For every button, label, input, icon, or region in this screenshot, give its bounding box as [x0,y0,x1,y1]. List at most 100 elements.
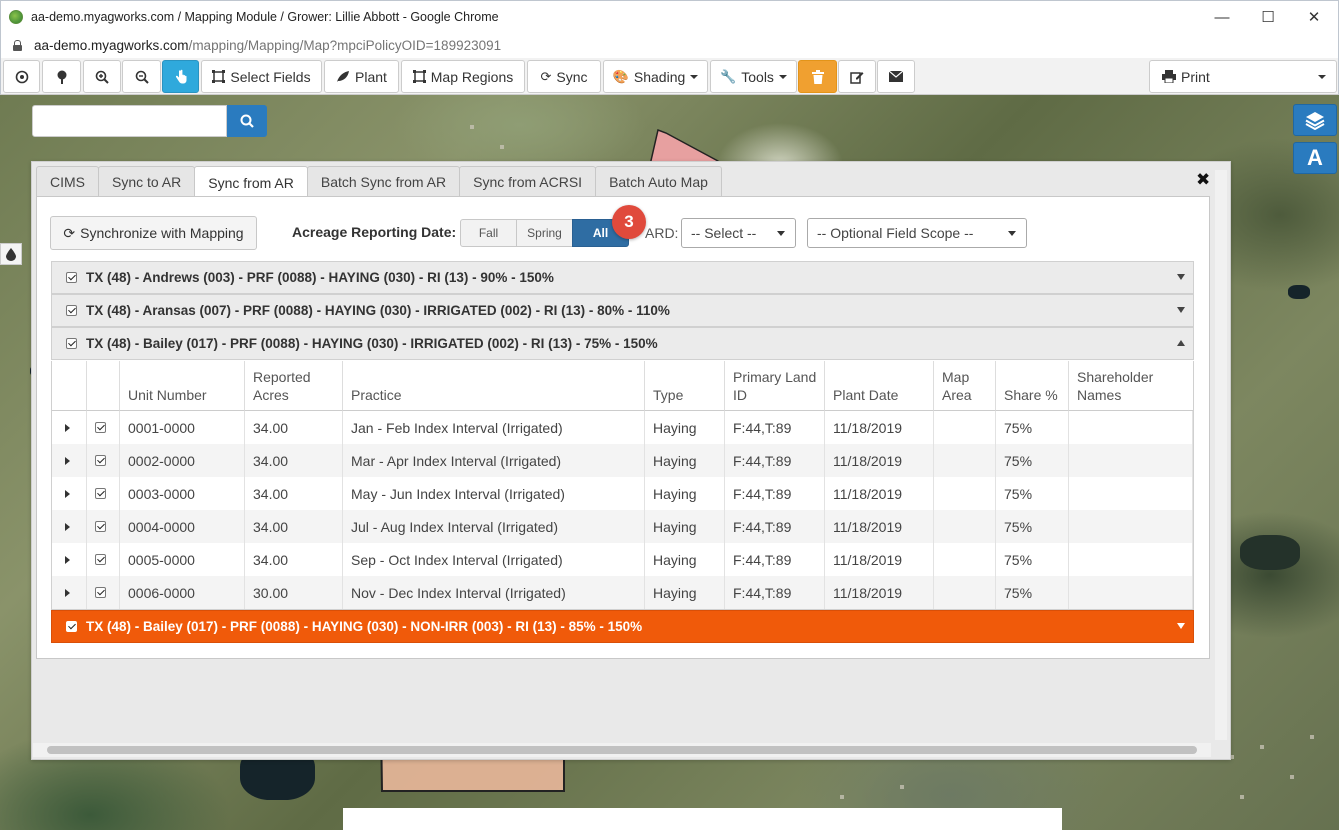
expand-row-button[interactable] [52,411,87,444]
practice-cell: Nov - Dec Index Interval (Irrigated) [343,576,645,609]
vertical-scrollbar[interactable] [1215,170,1227,740]
plant-date-cell: 11/18/2019 [825,411,934,444]
row-checkbox[interactable] [95,521,106,532]
segment-spring[interactable]: Spring [516,219,573,247]
ard-select[interactable]: -- Select -- [681,218,796,248]
table-row[interactable]: 0002-0000 34.00 Mar - Apr Index Interval (… [52,444,1193,477]
table-row[interactable]: 0001-0000 34.00 Jan - Feb Index Interval (… [52,411,1193,444]
tab-cims[interactable]: CIMS [36,166,99,197]
caret-down-icon [1177,307,1185,313]
labels-button[interactable]: A [1293,142,1337,174]
reported-acres-cell: 34.00 [245,477,343,510]
map-area-cell [934,576,996,609]
policy-checkbox[interactable] [66,272,77,283]
primary-land-id-cell: F:44,T:89 [725,543,825,576]
share-cell: 75% [996,510,1069,543]
column-header[interactable]: Plant Date [825,361,934,411]
close-panel-icon[interactable]: ✖ [1196,170,1210,190]
tree-button[interactable] [42,60,81,93]
tab-sync-from-acrsi[interactable]: Sync from ACRSI [459,166,597,197]
tab-sync-from-ar[interactable]: Sync from AR [194,166,308,198]
row-select-cell [87,411,120,444]
select-fields-button[interactable]: Select Fields [201,60,322,93]
minimize-button[interactable]: — [1199,1,1245,33]
expand-row-button[interactable] [52,477,87,510]
row-checkbox[interactable] [95,554,106,565]
row-checkbox[interactable] [95,422,106,433]
zoom-out-icon [135,70,149,84]
tools-dropdown[interactable]: 🔧 Tools [710,60,797,93]
map-regions-button[interactable]: Map Regions [401,60,525,93]
practice-cell: Mar - Apr Index Interval (Irrigated) [343,444,645,477]
shading-dropdown[interactable]: 🎨 Shading [603,60,708,93]
column-header[interactable]: Primary Land ID [725,361,825,411]
close-window-button[interactable]: ✕ [1291,1,1337,33]
tab-sync-to-ar[interactable]: Sync to AR [98,166,196,197]
field-scope-select[interactable]: -- Optional Field Scope -- [807,218,1027,248]
map-search-input[interactable] [32,105,227,137]
search-icon [240,114,254,128]
column-header[interactable]: Type [645,361,725,411]
row-checkbox[interactable] [95,488,106,499]
select-fields-label: Select Fields [230,68,311,85]
scrollbar-thumb[interactable] [47,746,1197,754]
locate-button[interactable] [3,60,40,93]
row-checkbox[interactable] [95,587,106,598]
search-button[interactable] [227,105,267,137]
print-dropdown[interactable]: Print [1149,60,1337,93]
field-scope-value: -- Optional Field Scope -- [817,225,974,241]
pan-tool-button[interactable] [162,60,199,93]
unit-number-cell: 0003-0000 [120,477,245,510]
expand-row-button[interactable] [52,576,87,609]
sync-button[interactable]: ⟳ Sync [527,60,601,93]
policy-header[interactable]: TX (48) - Bailey (017) - PRF (0088) - HA… [51,327,1194,360]
row-checkbox[interactable] [95,455,106,466]
table-row[interactable]: 0006-0000 30.00 Nov - Dec Index Interval (… [52,576,1193,609]
email-button[interactable] [877,60,915,93]
map-toolbar: Select Fields Plant Map Regions ⟳ Sync 🎨… [0,58,1339,95]
policy-header[interactable]: TX (48) - Andrews (003) - PRF (0088) - H… [51,261,1194,294]
sync-label: Sync [556,68,588,85]
plant-button[interactable]: Plant [324,60,399,93]
url-text[interactable]: aa-demo.myagworks.com/mapping/Mapping/Ma… [34,38,501,53]
tab-batch-auto-map[interactable]: Batch Auto Map [595,166,722,197]
column-header[interactable]: Practice [343,361,645,411]
row-select-cell [87,444,120,477]
edit-icon [850,71,864,84]
policy-checkbox[interactable] [66,305,77,316]
expand-row-button[interactable] [52,444,87,477]
column-header[interactable]: Unit Number [120,361,245,411]
plant-date-cell: 11/18/2019 [825,477,934,510]
column-header[interactable]: Reported Acres [245,361,343,411]
tab-batch-sync-from-ar[interactable]: Batch Sync from AR [306,166,461,197]
segment-fall[interactable]: Fall [460,219,517,247]
table-row[interactable]: 0004-0000 34.00 Jul - Aug Index Interval (… [52,510,1193,543]
share-cell: 75% [996,411,1069,444]
policy-header[interactable]: TX (48) - Aransas (007) - PRF (0088) - H… [51,294,1194,327]
type-cell: Haying [645,444,725,477]
maximize-button[interactable]: ☐ [1245,1,1291,33]
column-header[interactable]: Map Area [934,361,996,411]
synchronize-button[interactable]: ⟳ Synchronize with Mapping [50,216,257,250]
water-drop-button[interactable] [0,243,22,265]
address-bar[interactable]: aa-demo.myagworks.com/mapping/Mapping/Ma… [0,32,1339,58]
expand-row-button[interactable] [52,510,87,543]
type-cell: Haying [645,576,725,609]
table-row[interactable]: 0005-0000 34.00 Sep - Oct Index Interval (… [52,543,1193,576]
column-header[interactable]: Share % [996,361,1069,411]
policy-checkbox[interactable] [66,621,77,632]
zoom-in-button[interactable] [83,60,121,93]
primary-land-id-cell: F:44,T:89 [725,510,825,543]
column-header[interactable]: Shareholder Names [1069,361,1193,411]
policy-header-highlighted[interactable]: TX (48) - Bailey (017) - PRF (0088) - HA… [51,610,1194,643]
policy-checkbox[interactable] [66,338,77,349]
caret-right-icon [65,489,70,498]
url-host: aa-demo.myagworks.com [34,37,189,53]
edit-button[interactable] [838,60,876,93]
layers-button[interactable] [1293,104,1337,136]
delete-button[interactable] [798,60,837,93]
horizontal-scrollbar[interactable] [33,743,1211,757]
expand-row-button[interactable] [52,543,87,576]
zoom-out-button[interactable] [122,60,161,93]
table-row[interactable]: 0003-0000 34.00 May - Jun Index Interval (… [52,477,1193,510]
